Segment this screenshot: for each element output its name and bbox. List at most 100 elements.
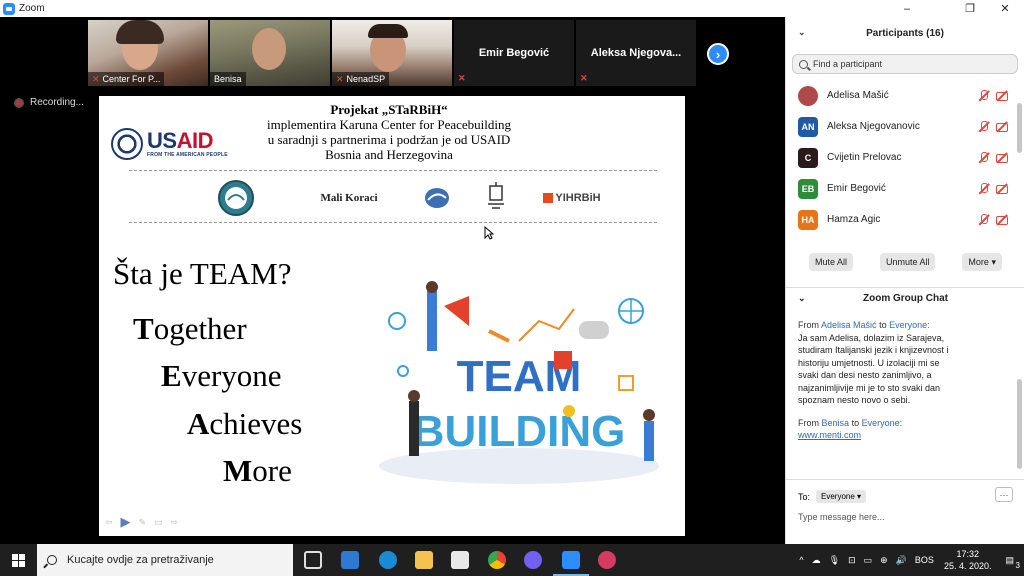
acronym-line: Achieves — [187, 406, 303, 441]
file-explorer-icon[interactable] — [415, 551, 433, 569]
microphone-icon[interactable]: 🎙 — [829, 555, 840, 566]
battery-icon[interactable]: ▭ — [864, 555, 873, 566]
tile-caption: Benisa — [210, 72, 246, 86]
recording-icon — [14, 97, 24, 108]
camera-icon[interactable]: ⊡ — [848, 555, 856, 566]
muted-mic-icon[interactable] — [978, 152, 990, 163]
partner-crest-icon — [485, 182, 507, 210]
mute-all-button[interactable]: Mute All — [809, 253, 854, 271]
video-tile[interactable]: ✕ NenadSP — [332, 20, 452, 86]
avatar: C — [798, 147, 818, 168]
participants-header: ⌄ Participants (16) — [798, 27, 944, 39]
taskbar: Kucajte ovdje za pretraživanje ^ ☁ 🎙 ⊡ ▭… — [0, 544, 1024, 576]
illustration-text-building: BUILDING — [413, 407, 626, 456]
play-slide-icon[interactable]: ▶ — [121, 514, 131, 530]
recipient-dropdown[interactable]: Everyone ▾ — [816, 490, 867, 503]
karuna-logo-icon — [213, 180, 259, 216]
participants-scrollbar[interactable] — [1017, 103, 1022, 153]
participant-search-input[interactable]: Find a participant — [792, 54, 1018, 74]
video-off-icon[interactable] — [996, 183, 1008, 194]
participant-row[interactable]: AN Aleksa Njegovanovic — [786, 111, 1024, 142]
chat-sender[interactable]: Adelisa Mašić — [821, 320, 877, 330]
edge-icon[interactable] — [379, 551, 397, 569]
notifications-icon[interactable]: ▤ 3 — [1005, 555, 1020, 570]
cloud-icon — [579, 321, 609, 339]
show-hidden-icons-icon[interactable]: ^ — [799, 555, 803, 565]
chat-input[interactable]: Type message here... — [798, 512, 885, 522]
video-off-icon[interactable] — [996, 121, 1008, 132]
chat-recipient-select: To: Everyone ▾ — [798, 490, 867, 503]
participant-hair — [368, 24, 408, 38]
search-icon — [799, 59, 808, 69]
language-indicator[interactable]: BOS — [915, 555, 934, 565]
chat-more-button[interactable]: ··· — [995, 487, 1013, 502]
video-off-icon[interactable] — [996, 90, 1008, 101]
participant-row[interactable]: HA Hamza Agic — [786, 204, 1024, 235]
participant-row[interactable]: C Cvijetin Prelovac — [786, 142, 1024, 173]
chrome-icon[interactable] — [488, 551, 506, 569]
usaid-seal-icon — [111, 128, 143, 160]
mail-icon[interactable] — [341, 551, 359, 569]
video-tile[interactable]: Emir Begović ✕ — [454, 20, 574, 86]
recording-indicator[interactable]: Recording... — [14, 97, 84, 108]
avatar: HA — [798, 209, 818, 230]
video-tile[interactable]: Benisa — [210, 20, 330, 86]
collapse-chevron-icon[interactable]: ⌄ — [798, 293, 806, 304]
zoom-taskbar-icon[interactable] — [562, 551, 580, 569]
muted-mic-icon[interactable] — [978, 214, 990, 225]
video-off-icon[interactable] — [996, 214, 1008, 225]
chat-recipient[interactable]: Everyone: — [862, 418, 903, 428]
more-button[interactable]: More ▾ — [962, 253, 1002, 271]
pointer-tool-icon[interactable]: ⇦ — [105, 517, 113, 528]
volume-icon[interactable]: 🔊 — [896, 555, 907, 566]
participant-row[interactable]: Adelisa Mašić — [786, 80, 1024, 111]
chat-recipient[interactable]: Everyone: — [889, 320, 930, 330]
zoom-app-icon — [3, 2, 15, 15]
chat-link[interactable]: www.menti.com — [798, 429, 998, 442]
muted-mic-icon[interactable] — [978, 121, 990, 132]
muted-mic-icon: ✕ — [458, 73, 466, 83]
viber-icon[interactable] — [524, 551, 542, 569]
store-icon[interactable] — [451, 551, 469, 569]
chat-message-text: Ja sam Adelisa, dolazim iz Sarajeva, stu… — [798, 332, 949, 406]
next-page-button[interactable]: › — [707, 43, 729, 65]
acronym-line: Everyone — [161, 358, 282, 393]
tile-caption: ✕ NenadSP — [332, 72, 390, 86]
video-tile[interactable]: ✕ Center For P... — [88, 20, 208, 86]
clock[interactable]: 17:32 25. 4. 2020. — [944, 548, 992, 572]
minimize-button[interactable]: – — [890, 0, 924, 17]
task-view-icon[interactable] — [304, 551, 322, 569]
gallery-strip: ✕ Center For P... Benisa ✕ NenadSP Emir Be… — [88, 20, 696, 86]
slides-grid-icon[interactable]: ▭ — [154, 517, 163, 528]
muted-mic-icon[interactable] — [978, 90, 990, 101]
mouse-cursor-icon — [484, 226, 494, 240]
unmute-all-button[interactable]: Unmute All — [879, 253, 936, 271]
participant-row[interactable]: EB Emir Begović — [786, 173, 1024, 204]
participant-list: Adelisa Mašić AN Aleksa Njegovanovic C C… — [786, 80, 1024, 235]
chat-sender[interactable]: Benisa — [822, 418, 850, 428]
participant-face — [252, 28, 286, 70]
yihrbih-logo: YIHRBiH — [539, 189, 605, 207]
avatar: EB — [798, 178, 818, 199]
muted-mic-icon[interactable] — [978, 183, 990, 194]
acronym-line: Together — [133, 311, 247, 346]
taskbar-search-input[interactable]: Kucajte ovdje za pretraživanje — [37, 544, 293, 576]
onedrive-icon[interactable]: ☁ — [812, 555, 821, 566]
partner-emblem-icon — [424, 186, 450, 210]
zoom-tool-icon[interactable]: ⇨ — [171, 517, 179, 528]
close-button[interactable]: ✕ — [988, 0, 1022, 17]
collapse-chevron-icon[interactable]: ⌄ — [798, 27, 806, 38]
pen-tool-icon[interactable]: ✎ — [139, 517, 147, 528]
video-tile[interactable]: Aleksa Njegova... ✕ — [576, 20, 696, 86]
maps-icon[interactable] — [598, 551, 616, 569]
wrench-icon — [488, 329, 510, 343]
avatar: AN — [798, 116, 818, 137]
restore-button[interactable]: ❐ — [953, 0, 987, 17]
windows-icon — [11, 553, 25, 567]
chat-scrollbar[interactable] — [1017, 379, 1022, 469]
usaid-logo: USAID FROM THE AMERICAN PEOPLE — [111, 128, 228, 160]
start-button[interactable] — [0, 544, 36, 576]
slide-header: Projekat „STaRBiH“ implementira Karuna C… — [266, 102, 512, 162]
video-off-icon[interactable] — [996, 152, 1008, 163]
network-icon[interactable]: ⊕ — [880, 555, 888, 566]
